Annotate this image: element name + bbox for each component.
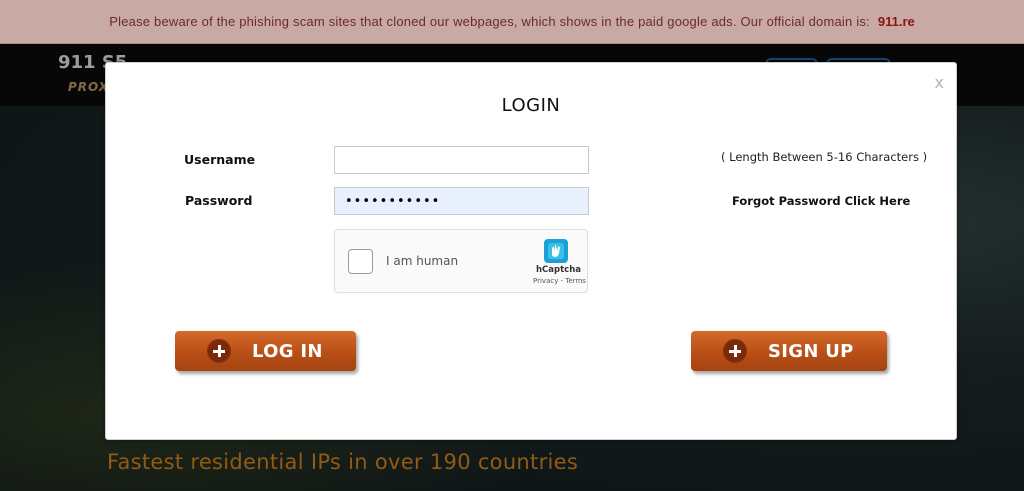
phishing-warning-banner: Please beware of the phishing scam sites… [0,0,1024,44]
captcha-checkbox[interactable] [348,249,373,274]
hcaptcha-widget: I am human hCaptcha Privacy - Terms [334,229,588,293]
banner-text: Please beware of the phishing scam sites… [109,14,870,29]
official-domain: 911.re [877,14,915,29]
password-label: Password [185,193,253,208]
captcha-privacy-terms-links[interactable]: Privacy - Terms [533,277,586,285]
close-icon[interactable]: x [935,75,944,91]
login-button-label: LOG IN [252,340,323,362]
signup-button[interactable]: SIGN UP [691,331,887,371]
password-input[interactable] [334,187,589,215]
captcha-brand: hCaptcha [536,265,581,275]
login-modal: x LOGIN Username Password ( Length Betwe… [105,62,957,440]
signup-button-label: SIGN UP [768,340,854,362]
modal-title: LOGIN [501,95,561,116]
plus-circle-icon [723,339,747,363]
captcha-label: I am human [386,254,459,268]
hcaptcha-logo-icon [544,239,568,263]
login-button[interactable]: LOG IN [175,331,356,371]
username-label: Username [184,152,256,167]
username-length-hint: ( Length Between 5-16 Characters ) [721,150,928,164]
plus-circle-icon [207,339,231,363]
forgot-password-link[interactable]: Forgot Password Click Here [732,194,910,208]
username-input[interactable] [334,146,589,174]
